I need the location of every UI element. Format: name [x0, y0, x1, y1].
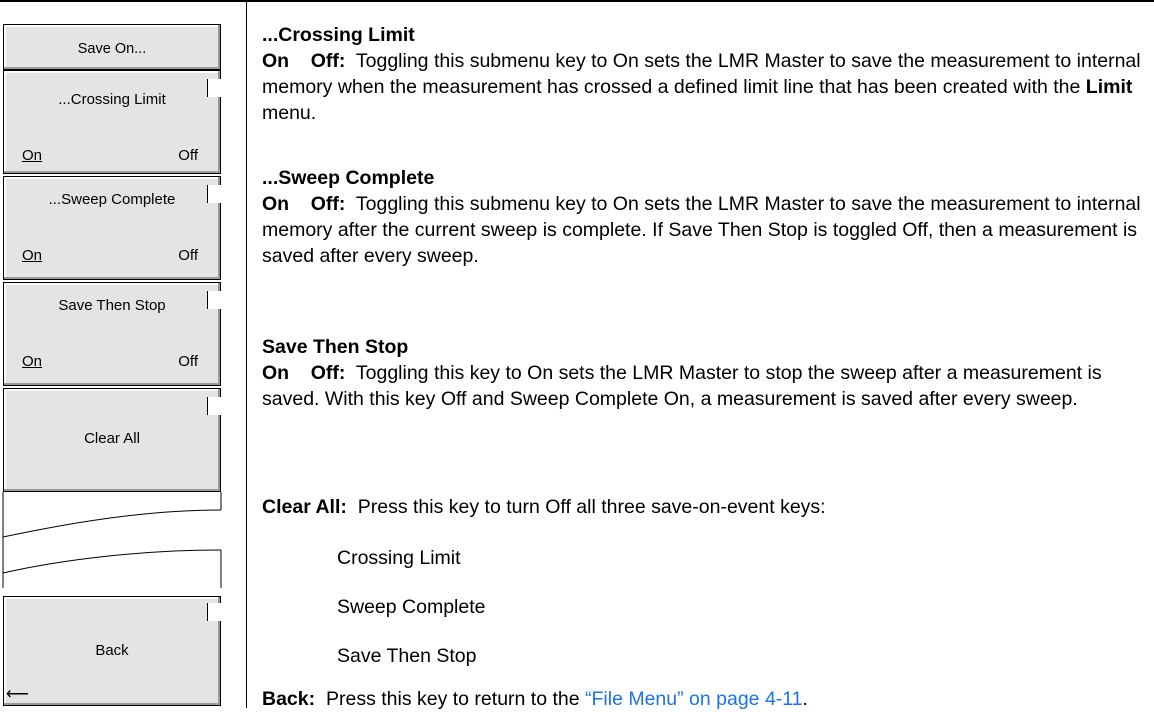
- column-divider: [246, 0, 247, 708]
- section-term: On Off:: [262, 362, 346, 384]
- section-back: Back: Press this key to return to the “F…: [262, 686, 1147, 712]
- section-heading: ...Crossing Limit: [262, 24, 415, 46]
- section-body: Toggling this submenu key to On sets the…: [262, 50, 1141, 98]
- file-menu-link[interactable]: “File Menu” on page 4-11: [585, 688, 803, 710]
- list-item: Save Then Stop: [337, 645, 477, 667]
- list-item: Crossing Limit: [337, 547, 461, 569]
- section-body: Toggling this submenu key to On sets the…: [262, 193, 1141, 267]
- list-item: Sweep Complete: [337, 596, 486, 618]
- section-body-end: menu.: [262, 102, 317, 124]
- section-heading: ...Sweep Complete: [262, 167, 435, 189]
- section-body-end: .: [802, 688, 808, 710]
- back-arrow-icon: ⟵: [6, 686, 29, 703]
- section-sweep-complete: ...Sweep Complete On Off: Toggling this …: [262, 165, 1147, 269]
- back-key[interactable]: Back ⟵: [3, 596, 221, 706]
- section-clear-all: Clear All: Press this key to turn Off al…: [262, 494, 1147, 520]
- section-body: Press this key to turn Off all three sav…: [357, 496, 826, 518]
- section-body: Toggling this key to On sets the LMR Mas…: [262, 362, 1102, 410]
- section-term: On Off:: [262, 193, 346, 215]
- section-term: Back:: [262, 688, 316, 710]
- section-heading: Save Then Stop: [262, 336, 409, 358]
- section-body: Press this key to return to the: [325, 688, 580, 710]
- section-term: On Off:: [262, 50, 346, 72]
- section-term: Clear All:: [262, 496, 347, 518]
- back-label: Back: [95, 642, 129, 659]
- section-save-then-stop: Save Then Stop On Off: Toggling this key…: [262, 334, 1147, 412]
- key-corner: [207, 603, 221, 621]
- limit-menu-ref: Limit: [1085, 76, 1133, 98]
- softkey-menu: Save On... ...Crossing Limit On Off ...S…: [0, 0, 246, 708]
- section-crossing-limit: ...Crossing Limit On Off: Toggling this …: [262, 22, 1147, 126]
